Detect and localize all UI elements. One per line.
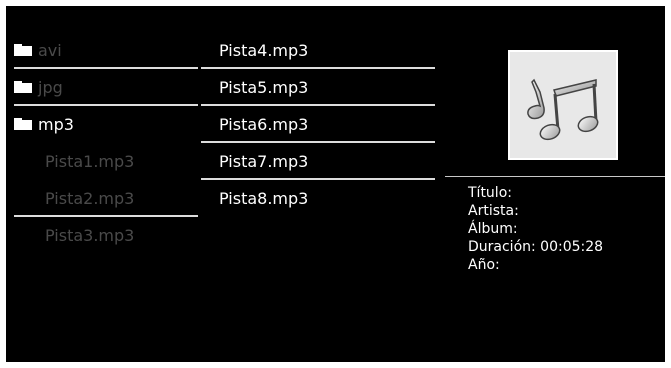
file-item-pista7[interactable]: Pista7.mp3: [201, 143, 435, 180]
file-label: Pista5.mp3: [219, 78, 309, 97]
file-item-pista5[interactable]: Pista5.mp3: [201, 69, 435, 106]
duration-field: Duración: 00:05:28: [468, 239, 604, 255]
music-note-icon: [527, 78, 599, 141]
title-field: Título:: [468, 185, 512, 201]
file-item-pista3[interactable]: Pista3.mp3: [14, 217, 198, 254]
folder-icon: [14, 81, 32, 93]
file-label: Pista4.mp3: [219, 41, 309, 60]
artist-field: Artista:: [468, 203, 519, 219]
folder-item-avi[interactable]: avi: [14, 32, 198, 69]
file-item-pista1[interactable]: Pista1.mp3: [14, 143, 198, 180]
file-label: Pista8.mp3: [219, 189, 309, 208]
folder-label: mp3: [38, 115, 74, 134]
folder-label: jpg: [38, 78, 63, 97]
folder-icon: [14, 44, 32, 56]
file-label: Pista2.mp3: [45, 189, 135, 208]
folder-label: avi: [38, 41, 62, 60]
folder-icon: [14, 118, 32, 130]
file-item-pista2[interactable]: Pista2.mp3: [14, 180, 198, 217]
file-label: Pista3.mp3: [45, 226, 135, 245]
file-label: Pista7.mp3: [219, 152, 309, 171]
year-field: Año:: [468, 257, 500, 273]
folder-item-jpg[interactable]: jpg: [14, 69, 198, 106]
album-art: [508, 50, 618, 160]
track-info-panel: Título: Artista: Álbum: Duración: 00:05:…: [468, 184, 658, 274]
folder-file-column: avi jpg mp3 Pista1.mp3 Pista2.mp3 Pista3…: [14, 32, 198, 254]
folder-item-mp3[interactable]: mp3: [14, 106, 198, 143]
media-browser-screen: avi jpg mp3 Pista1.mp3 Pista2.mp3 Pista3…: [6, 6, 665, 362]
file-column-right: Pista4.mp3 Pista5.mp3 Pista6.mp3 Pista7.…: [201, 32, 435, 217]
album-field: Álbum:: [468, 221, 518, 237]
file-item-pista6[interactable]: Pista6.mp3: [201, 106, 435, 143]
file-item-pista4[interactable]: Pista4.mp3: [201, 32, 435, 69]
file-label: Pista1.mp3: [45, 152, 135, 171]
file-label: Pista6.mp3: [219, 115, 309, 134]
file-item-pista8[interactable]: Pista8.mp3: [201, 180, 435, 217]
info-divider: [445, 176, 665, 177]
